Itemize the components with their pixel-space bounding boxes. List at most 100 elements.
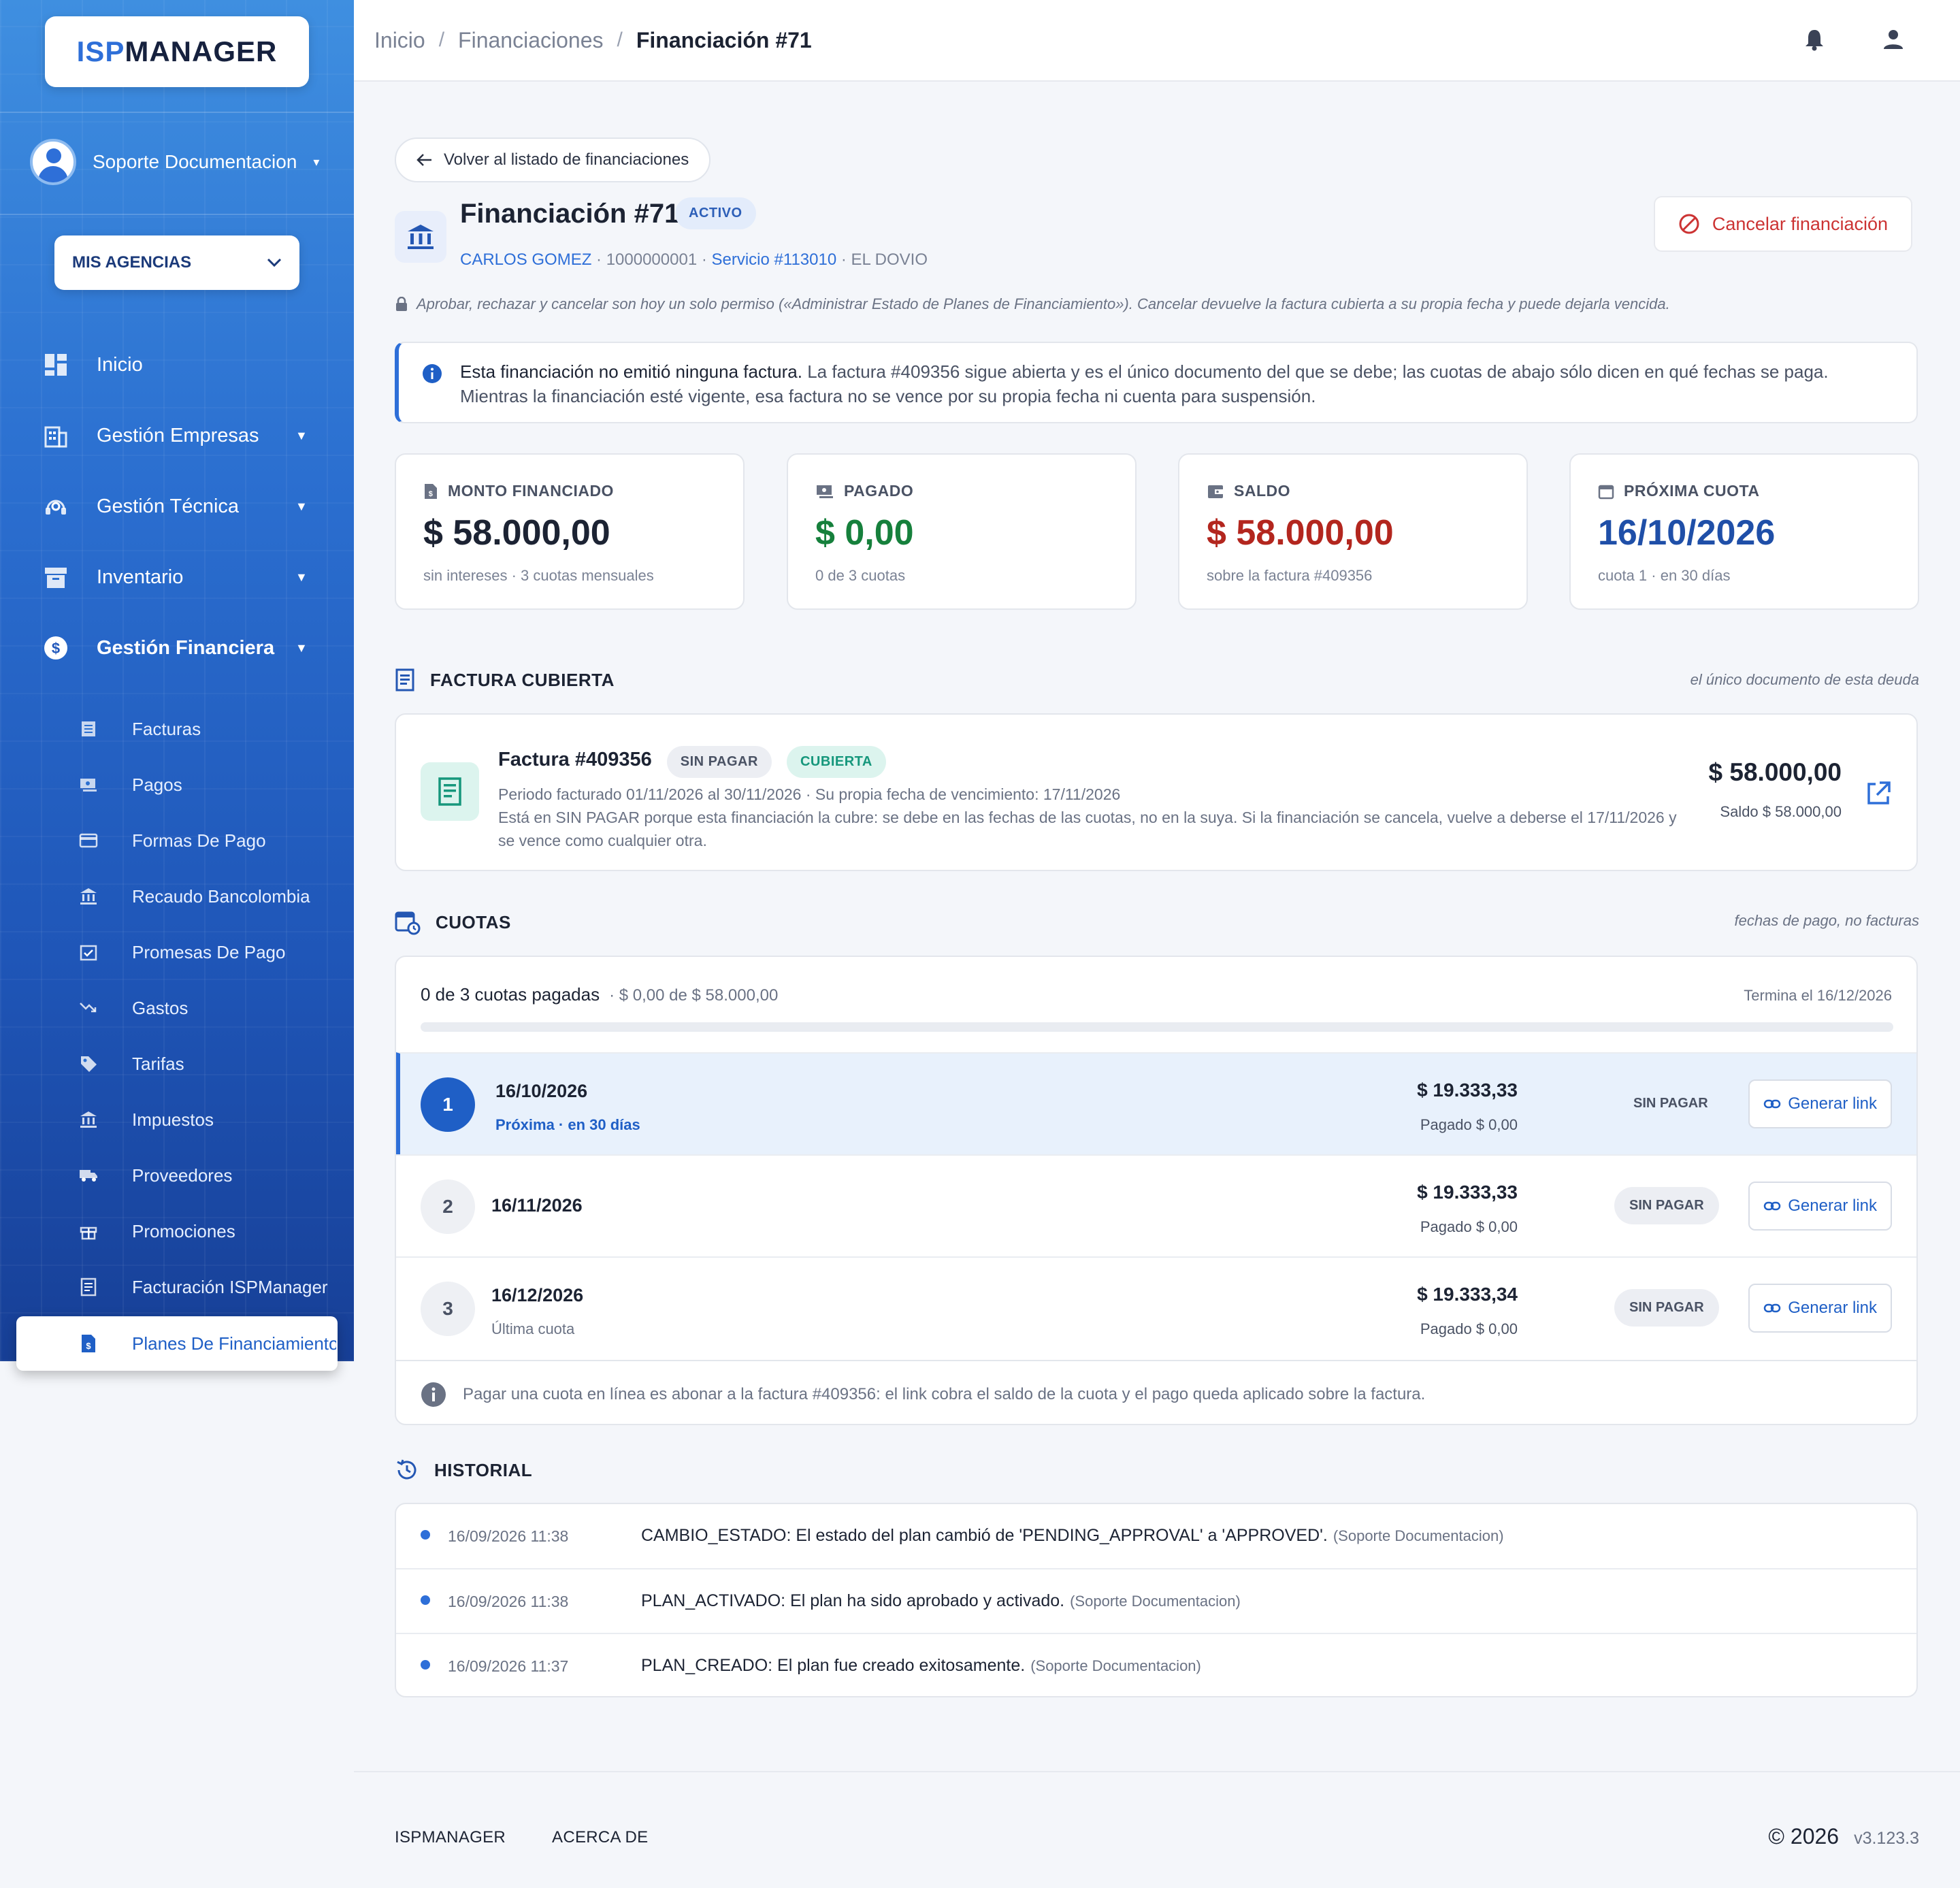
generate-link-button[interactable]: Generar link bbox=[1748, 1284, 1892, 1333]
footer-link-ispmanager[interactable]: ISPMANAGER bbox=[395, 1828, 506, 1847]
section-title-historial: HISTORIAL bbox=[395, 1458, 532, 1482]
stat-sub: 0 de 3 cuotas bbox=[815, 567, 906, 584]
section-hint: fechas de pago, no facturas bbox=[1734, 912, 1919, 929]
nav-inicio[interactable]: Inicio bbox=[0, 338, 354, 392]
installment-note: Próxima · en 30 días bbox=[495, 1116, 640, 1133]
client-link[interactable]: CARLOS GOMEZ bbox=[460, 250, 591, 269]
app-logo[interactable]: ISPMANAGER bbox=[45, 16, 309, 87]
subnav-tarifas[interactable]: Tarifas bbox=[0, 1040, 354, 1088]
avatar bbox=[30, 139, 76, 185]
page-title: Financiación #71 bbox=[460, 199, 680, 229]
nav-label: Inicio bbox=[97, 353, 143, 376]
generate-link-button[interactable]: Generar link bbox=[1748, 1182, 1892, 1231]
bullet-icon bbox=[421, 1595, 430, 1605]
info-icon bbox=[423, 364, 442, 383]
installment-amount: $ 19.333,33 bbox=[1417, 1182, 1518, 1203]
user-name: Soporte Documentacion bbox=[93, 151, 297, 172]
installment-number: 1 bbox=[421, 1077, 475, 1132]
user-menu[interactable]: Soporte Documentacion ▾ bbox=[30, 139, 319, 185]
nav-label: Inventario bbox=[97, 566, 184, 588]
installment-amount: $ 19.333,34 bbox=[1417, 1284, 1518, 1305]
installment-note: Última cuota bbox=[491, 1320, 575, 1337]
trending-down-icon bbox=[78, 997, 99, 1019]
subnav-recaudo-bancolombia[interactable]: Recaudo Bancolombia bbox=[0, 873, 354, 920]
installment-paid: Pagado $ 0,00 bbox=[1420, 1218, 1518, 1235]
app-root: ISPMANAGER Soporte Documentacion ▾ MIS A… bbox=[0, 0, 1960, 1888]
breadcrumb-financiaciones[interactable]: Financiaciones bbox=[458, 28, 603, 53]
nav-gestion-empresas[interactable]: Gestión Empresas ▼ bbox=[0, 408, 354, 463]
svg-text:$: $ bbox=[86, 1341, 91, 1351]
subnav-impuestos[interactable]: Impuestos bbox=[0, 1096, 354, 1143]
breadcrumb-home[interactable]: Inicio bbox=[374, 28, 425, 53]
caret-down-icon: ▾ bbox=[313, 154, 320, 169]
invoice-number[interactable]: Factura #409356 bbox=[498, 749, 652, 770]
stat-monto-financiado: $ MONTO FINANCIADO $ 58.000,00 sin intere… bbox=[395, 453, 745, 610]
caret-down-icon: ▼ bbox=[295, 499, 308, 513]
generate-link-button[interactable]: Generar link bbox=[1748, 1079, 1892, 1128]
info-alert: Esta financiación no emitió ninguna fact… bbox=[395, 342, 1918, 423]
bell-icon[interactable] bbox=[1802, 27, 1827, 52]
installment-date: 16/12/2026 bbox=[491, 1285, 584, 1305]
invoice-amount: $ 58.000,00 bbox=[1708, 758, 1842, 786]
app-version: v3.123.3 bbox=[1854, 1829, 1919, 1848]
history-row: 16/09/2026 11:38 PLAN_ACTIVADO: El plan … bbox=[396, 1568, 1916, 1632]
status-badge: SIN PAGAR bbox=[1614, 1289, 1719, 1327]
sidebar-divider bbox=[0, 112, 354, 113]
nav-inventario[interactable]: Inventario ▼ bbox=[0, 550, 354, 604]
service-link[interactable]: Servicio #113010 bbox=[712, 250, 837, 269]
open-external-icon[interactable] bbox=[1865, 780, 1892, 807]
payments-icon bbox=[78, 774, 99, 796]
installments-footer: Pagar una cuota en línea es abonar a la … bbox=[396, 1360, 1916, 1425]
nav-label: Gestión Empresas bbox=[97, 424, 259, 446]
agencies-dropdown[interactable]: MIS AGENCIAS bbox=[54, 235, 299, 290]
caret-down-icon: ▼ bbox=[295, 428, 308, 442]
client-id: · 1000000001 · bbox=[591, 250, 712, 269]
breadcrumb-separator: / bbox=[438, 29, 445, 51]
installment-amount: $ 19.333,33 bbox=[1417, 1079, 1518, 1101]
history-text: PLAN_ACTIVADO: El plan ha sido aprobado … bbox=[641, 1591, 1241, 1611]
subnav-facturacion-ispmanager[interactable]: Facturación ISPManager bbox=[0, 1263, 354, 1311]
subnav-promesas-de-pago[interactable]: Promesas De Pago bbox=[0, 928, 354, 976]
subnav-facturas[interactable]: Facturas bbox=[0, 705, 354, 753]
archive-icon bbox=[42, 564, 69, 591]
invoice-icon bbox=[78, 1276, 99, 1298]
invoice-explanation: Está en SIN PAGAR porque esta financiaci… bbox=[498, 809, 1677, 849]
back-to-list-button[interactable]: Volver al listado de financiaciones bbox=[395, 137, 711, 182]
back-label: Volver al listado de financiaciones bbox=[444, 150, 689, 169]
generate-link-label: Generar link bbox=[1788, 1094, 1877, 1113]
subnav-gastos[interactable]: Gastos bbox=[0, 984, 354, 1032]
subnav-label: Recaudo Bancolombia bbox=[132, 885, 310, 907]
dashboard-icon bbox=[42, 351, 69, 378]
nav-gestion-financiera[interactable]: $ Gestión Financiera ▼ bbox=[0, 621, 354, 675]
covered-badge: CUBIERTA bbox=[786, 746, 886, 778]
cancel-financing-button[interactable]: Cancelar financiación bbox=[1653, 196, 1912, 252]
arrow-left-icon bbox=[416, 154, 431, 166]
user-account-icon[interactable] bbox=[1881, 27, 1906, 52]
history-event: CAMBIO_ESTADO: El estado del plan cambió… bbox=[641, 1526, 1328, 1545]
history-text: PLAN_CREADO: El plan fue creado exitosam… bbox=[641, 1656, 1201, 1676]
footer-link-acerca-de[interactable]: ACERCA DE bbox=[552, 1828, 648, 1847]
subnav-proveedores[interactable]: Proveedores bbox=[0, 1152, 354, 1199]
stat-proxima-cuota: PRÓXIMA CUOTA 16/10/2026 cuota 1 · en 30… bbox=[1569, 453, 1919, 610]
subnav-planes-de-financiamiento[interactable]: $ Planes De Financiamiento bbox=[16, 1316, 338, 1371]
installment-date: 16/10/2026 bbox=[495, 1081, 588, 1101]
nav-gestion-tecnica[interactable]: Gestión Técnica ▼ bbox=[0, 479, 354, 534]
block-icon bbox=[1679, 214, 1699, 234]
subnav-pagos[interactable]: Pagos bbox=[0, 761, 354, 809]
nav-label: Gestión Técnica bbox=[97, 495, 240, 517]
subnav-label: Proveedores bbox=[132, 1165, 233, 1186]
receipt-icon bbox=[78, 718, 99, 740]
invoice-icon bbox=[421, 762, 479, 821]
progress-bar bbox=[421, 1022, 1893, 1032]
subnav-promociones[interactable]: Promociones bbox=[0, 1207, 354, 1255]
link-icon bbox=[1764, 1303, 1781, 1313]
invoice-balance: Saldo $ 58.000,00 bbox=[1720, 803, 1842, 820]
nav-label: Gestión Financiera bbox=[97, 636, 275, 659]
dollar-document-icon: $ bbox=[425, 483, 437, 499]
history-date: 16/09/2026 11:38 bbox=[448, 1527, 569, 1545]
subnav-formas-de-pago[interactable]: Formas De Pago bbox=[0, 817, 354, 864]
bank-icon bbox=[78, 1109, 99, 1130]
caret-down-icon: ▼ bbox=[295, 640, 308, 655]
installments-progress-label: 0 de 3 cuotas pagadas · $ 0,00 de $ 58.00… bbox=[421, 984, 778, 1005]
bullet-icon bbox=[421, 1530, 430, 1540]
